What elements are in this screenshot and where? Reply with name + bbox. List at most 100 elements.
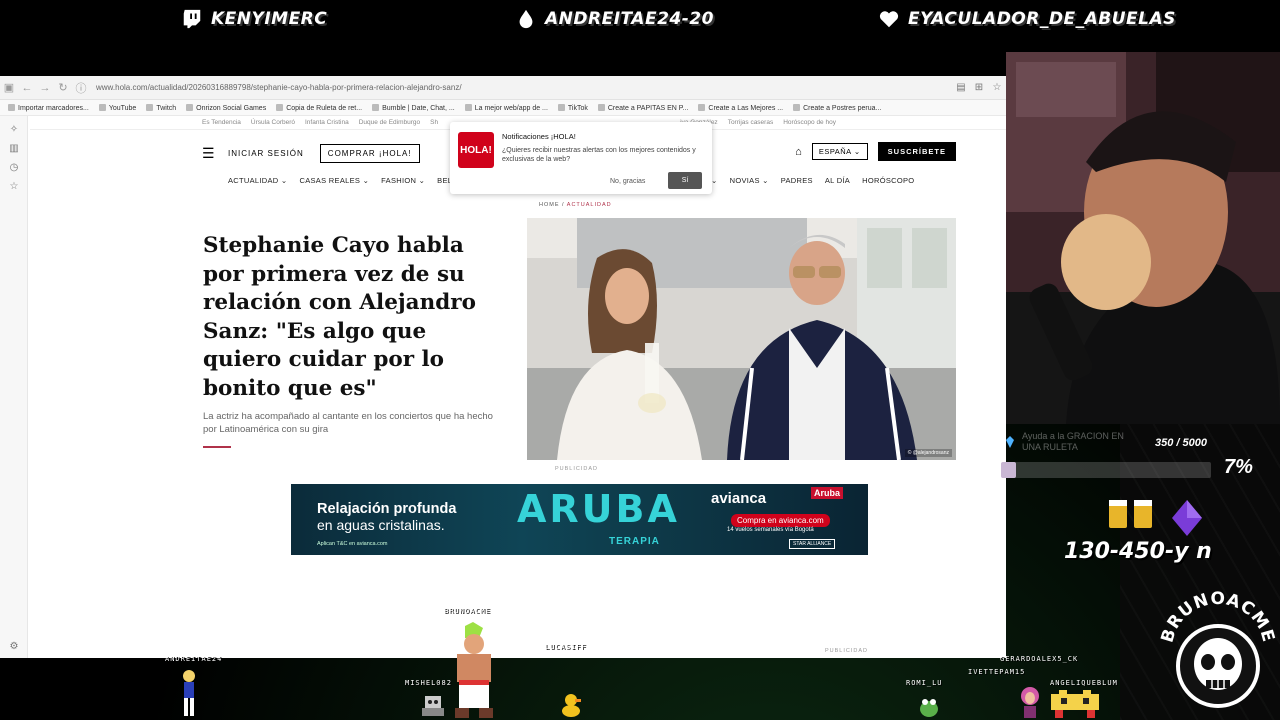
trending-link[interactable]: Torrijas caseras bbox=[728, 119, 774, 126]
duck-sprite bbox=[562, 694, 581, 717]
ad-subheadline: en aguas cristalinas. bbox=[317, 517, 445, 533]
pixel-creature-sprite bbox=[1051, 690, 1099, 718]
trending-link[interactable]: Horóscopo de hoy bbox=[783, 119, 836, 126]
browser-sidebar: ✧ ▥ ◷ ☆ ⚙ bbox=[0, 116, 28, 658]
browser-window: ▣ ← → ↻ ⓘ www.hola.com/actualidad/202603… bbox=[0, 76, 1006, 658]
ad-terms: Aplican T&C en avianca.com bbox=[317, 541, 388, 547]
login-link[interactable]: INICIAR SESIÓN bbox=[228, 149, 304, 158]
brunoacme-logo: BRUNOACME bbox=[1160, 589, 1276, 708]
bookmark-item[interactable]: Create a PAPITAS EN P... bbox=[598, 104, 689, 112]
trending-link[interactable]: Infanta Cristina bbox=[305, 119, 349, 126]
region-select[interactable]: ESPAÑA ⌄ bbox=[811, 143, 868, 160]
nav-item-fashion[interactable]: FASHION ⌄ bbox=[381, 176, 425, 185]
article-lead: La actriz ha acompañado al cantante en l… bbox=[203, 411, 493, 436]
top-user-3: EYACULADOR_DE_ABUELAS bbox=[878, 8, 1176, 30]
forward-icon[interactable]: → bbox=[36, 82, 54, 94]
notification-prompt: HOLA! Notificaciones ¡HOLA! ¿Quieres rec… bbox=[450, 122, 712, 194]
bookmark-item[interactable]: Copia de Ruleta de ret... bbox=[276, 104, 362, 112]
history-icon[interactable]: ◷ bbox=[0, 162, 28, 173]
ad-brand: avianca bbox=[711, 490, 767, 507]
nav-label: PADRES bbox=[780, 176, 813, 185]
bookmark-icon[interactable]: ☆ bbox=[988, 82, 1006, 93]
nav-label: ACTUALIDAD bbox=[228, 176, 279, 185]
bookmark-item[interactable]: Importar marcadores... bbox=[8, 104, 89, 112]
bookmark-item[interactable]: La mejor web/app de ... bbox=[465, 104, 548, 112]
sidebar-toggle-icon[interactable]: ▣ bbox=[0, 81, 18, 94]
article-photo[interactable]: © @alejandrosanz bbox=[527, 218, 956, 460]
ad-terapia: TERAPIA bbox=[609, 536, 660, 547]
chat-user-name: GERARDOALEX5_CK bbox=[1000, 655, 1079, 663]
chat-user-name: LUCASIFF bbox=[545, 643, 587, 651]
accept-button[interactable]: Sí bbox=[668, 172, 702, 189]
breadcrumb-home[interactable]: HOME bbox=[539, 202, 560, 208]
ad-label-2: PUBLICIDAD bbox=[825, 648, 869, 654]
nav-label: CASAS REALES bbox=[299, 176, 361, 185]
settings-icon[interactable]: ⚙ bbox=[0, 641, 28, 652]
bookmark-item[interactable]: Bumble | Date, Chat, ... bbox=[372, 104, 455, 112]
bookmark-item[interactable]: Onrizon Social Games bbox=[186, 104, 266, 112]
nav-item-al-dia[interactable]: AL DÍA bbox=[825, 176, 850, 185]
nav-item-casas-reales[interactable]: CASAS REALES ⌄ bbox=[299, 176, 369, 185]
region-value: ESPAÑA bbox=[818, 147, 852, 156]
bookmark-item[interactable]: Create a Las Mejores ... bbox=[698, 104, 783, 112]
chat-user-name: ANDREITAE24 bbox=[165, 655, 223, 663]
ad-alliance: STAR ALLIANCE bbox=[789, 539, 836, 549]
extensions-icon[interactable]: ⊞ bbox=[970, 82, 988, 93]
pink-hair-sprite bbox=[1021, 687, 1039, 718]
crystal-icon bbox=[1172, 500, 1202, 536]
nav-item-actualidad[interactable]: ACTUALIDAD ⌄ bbox=[228, 176, 287, 185]
bookmarks-bar: Importar marcadores... YouTube Twitch On… bbox=[0, 100, 1006, 116]
ad-destination-logo: Aruba bbox=[811, 487, 844, 499]
top-user-1: KENYIMERC bbox=[181, 8, 327, 30]
goal-progress-bar bbox=[1001, 462, 1211, 478]
bookmark-item[interactable]: Create a Postres perua... bbox=[793, 104, 881, 112]
breadcrumb-separator: / bbox=[562, 202, 565, 208]
chat-user-name: ANGELIQUEBLUM bbox=[1050, 679, 1118, 687]
buy-magazine-button[interactable]: COMPRAR ¡HOLA! bbox=[319, 143, 420, 163]
nav-item-horoscopo[interactable]: HORÓSCOPO bbox=[862, 176, 914, 185]
bookmark-item[interactable]: YouTube bbox=[99, 104, 137, 112]
back-icon[interactable]: ← bbox=[18, 82, 36, 94]
nav-item-padres[interactable]: PADRES bbox=[781, 176, 813, 185]
hamburger-menu-icon[interactable]: ☰ bbox=[202, 145, 224, 162]
advertisement-banner[interactable]: Relajación profunda en aguas cristalinas… bbox=[291, 484, 868, 555]
beer-icon bbox=[1109, 500, 1152, 528]
article-title: Stephanie Cayo habla por primera vez de … bbox=[203, 233, 476, 401]
ad-aruba-wordmark: ARUBA bbox=[517, 487, 680, 531]
trending-link[interactable]: Duque de Edimburgo bbox=[359, 119, 420, 126]
hola-logo: HOLA! bbox=[458, 132, 494, 168]
notification-body: ¿Quieres recibir nuestras alertas con lo… bbox=[502, 147, 696, 164]
bookmark-item[interactable]: TikTok bbox=[558, 104, 588, 112]
trending-link[interactable]: Sh bbox=[430, 119, 438, 126]
chat-user-name: IVETTEPAM15 bbox=[968, 668, 1026, 676]
ad-headline: Relajación profunda bbox=[317, 501, 457, 517]
tabs-icon[interactable]: ▥ bbox=[0, 143, 28, 154]
ad-cta-button[interactable]: Compra en avianca.com bbox=[731, 514, 830, 527]
photo-credit: © @alejandrosanz bbox=[904, 449, 952, 457]
reload-icon[interactable]: ↻ bbox=[54, 81, 72, 94]
reader-icon[interactable]: ▤ bbox=[952, 82, 970, 93]
bookmarks-icon[interactable]: ☆ bbox=[0, 181, 28, 192]
goal-description: Ayuda a la GRACION EN UNA RULETA bbox=[1022, 431, 1124, 452]
heart-icon bbox=[879, 11, 899, 28]
home-icon[interactable]: ⌂ bbox=[795, 146, 802, 158]
stream-overlay: KENYIMERC ANDREITAE24-20 EYACULADOR_DE_A… bbox=[0, 0, 1280, 720]
header-actions: ⌂ ESPAÑA ⌄ SUSCRÍBETE bbox=[795, 142, 956, 161]
broly-sprite bbox=[455, 622, 493, 718]
assistant-icon[interactable]: ✧ bbox=[0, 124, 28, 135]
url-field[interactable]: www.hola.com/actualidad/20260316889798/s… bbox=[96, 83, 952, 92]
goal-percent: 7% bbox=[1224, 456, 1253, 478]
breadcrumb-current[interactable]: ACTUALIDAD bbox=[567, 202, 612, 208]
webcam-illustration bbox=[1006, 52, 1280, 424]
decline-button[interactable]: No, gracias bbox=[610, 178, 645, 185]
nav-item-novias[interactable]: NOVIAS ⌄ bbox=[730, 176, 769, 185]
hola-page: Es Tendencia Úrsula Corberó Infanta Cris… bbox=[30, 116, 1006, 658]
notification-title: Notificaciones ¡HOLA! bbox=[502, 132, 576, 141]
subscribe-button[interactable]: SUSCRÍBETE bbox=[877, 142, 956, 161]
site-info-icon[interactable]: ⓘ bbox=[72, 80, 90, 96]
top-user-2: ANDREITAE24-20 bbox=[515, 8, 714, 30]
top-user-name: ANDREITAE24-20 bbox=[545, 9, 714, 29]
trending-link[interactable]: Úrsula Corberó bbox=[251, 119, 295, 126]
robot-sprite bbox=[422, 696, 444, 716]
bookmark-item[interactable]: Twitch bbox=[146, 104, 176, 112]
